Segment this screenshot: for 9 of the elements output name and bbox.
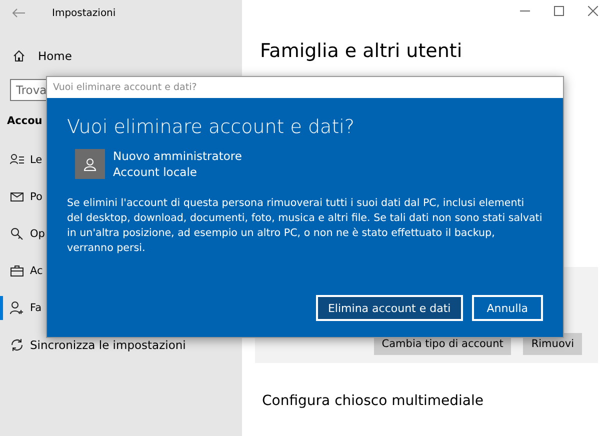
account-type: Account locale [113,164,198,180]
window-title: Impostazioni [52,8,116,18]
dialog-heading: Vuoi eliminare account e dati? [67,116,356,138]
user-name: Nuovo amministratore [113,148,242,164]
section-title: Configura chiosco multimediale [262,393,484,409]
section-heading: Accou [7,115,42,129]
dialog-message: Se elimini l'account di questa persona rimuoverai tutti i suoi dati dal PC, inclusi elementi del desktop, download, documenti, foto, musica e altri file. Se tali dati non sono stati salvati in un'altra posizione, ad esempio un altro PC, o non ne è stato effettuato il backup, verranno persi. [67,196,543,256]
dialog-caption: Vuoi eliminare account e dati? [47,77,563,98]
page-title: Famiglia e altri utenti [260,40,464,62]
